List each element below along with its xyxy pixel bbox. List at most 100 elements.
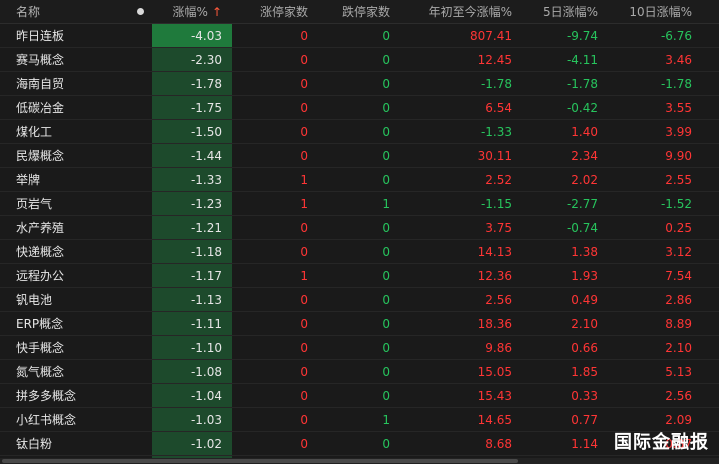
table-row[interactable]: 海南自贸 -1.78 0 0 -1.78 -1.78 -1.78	[0, 72, 719, 96]
cell-d10: 8.89	[665, 317, 692, 331]
cell-limit-up: 0	[300, 341, 308, 355]
header-limit-up[interactable]: 涨停家数	[232, 0, 314, 24]
table-row[interactable]: 快手概念 -1.10 0 0 9.86 0.66 2.10	[0, 336, 719, 360]
cell-d5: -9.74	[566, 29, 598, 43]
cell-d10: 3.55	[665, 101, 692, 115]
cell-limit-up: 0	[300, 293, 308, 307]
cell-d10: 2.86	[665, 293, 692, 307]
cell-pct: -1.17	[190, 269, 222, 283]
cell-ytd: 30.11	[477, 149, 512, 163]
header-d10[interactable]: 10日涨幅%	[600, 0, 694, 24]
cell-pct: -1.03	[190, 413, 222, 427]
cell-pct: -1.08	[190, 365, 222, 379]
cell-limit-down: 0	[382, 341, 390, 355]
cell-d10: 3.12	[665, 245, 692, 259]
header-limit-down[interactable]: 跌停家数	[314, 0, 396, 24]
cell-d5: 0.77	[571, 413, 598, 427]
cell-d5: 0.49	[571, 293, 598, 307]
table-row[interactable]: 低碳冶金 -1.75 0 0 6.54 -0.42 3.55	[0, 96, 719, 120]
sort-arrow-icon: ↑	[211, 5, 222, 19]
cell-limit-down: 0	[382, 173, 390, 187]
table-row[interactable]: 小红书概念 -1.03 0 1 14.65 0.77 2.09	[0, 408, 719, 432]
table-row[interactable]: 民爆概念 -1.44 0 0 30.11 2.34 9.90	[0, 144, 719, 168]
cell-name: 钒电池	[16, 293, 53, 307]
cell-d10: 9.90	[665, 149, 692, 163]
cell-d5: 2.34	[571, 149, 598, 163]
cell-name: ERP概念	[16, 317, 64, 331]
cell-d5: 1.93	[571, 269, 598, 283]
cell-d10: -6.76	[660, 29, 692, 43]
cell-limit-up: 0	[300, 101, 308, 115]
cell-limit-up: 0	[300, 29, 308, 43]
cell-d10: 3.99	[665, 125, 692, 139]
cell-name: 快手概念	[16, 341, 65, 355]
cell-d10: 3.46	[665, 53, 692, 67]
scrollbar-thumb[interactable]	[2, 459, 518, 463]
cell-d5: 2.10	[571, 317, 598, 331]
cell-limit-down: 1	[382, 197, 390, 211]
cell-limit-up: 0	[300, 125, 308, 139]
cell-limit-down: 0	[382, 101, 390, 115]
table-row[interactable]: 氮气概念 -1.08 0 0 15.05 1.85 5.13	[0, 360, 719, 384]
cell-name: 煤化工	[16, 125, 53, 139]
cell-name: 钛白粉	[16, 437, 53, 451]
cell-limit-down: 0	[382, 437, 390, 451]
cell-ytd: -1.33	[480, 125, 512, 139]
cell-ytd: 15.43	[477, 389, 512, 403]
cell-d5: -2.77	[566, 197, 598, 211]
header-pct[interactable]: 涨幅% ↑	[152, 0, 232, 24]
cell-d10: 0.25	[665, 221, 692, 235]
cell-name: 民爆概念	[16, 149, 65, 163]
cell-limit-up: 1	[300, 173, 308, 187]
header-dot[interactable]	[133, 0, 151, 24]
cell-pct: -1.23	[190, 197, 222, 211]
table-header: 名称 涨幅% ↑ 涨停家数 跌停家数 年初至今涨幅% 5日涨幅% 10日涨幅%	[0, 0, 719, 24]
cell-limit-down: 0	[382, 53, 390, 67]
cell-ytd: 12.45	[477, 53, 512, 67]
cell-limit-up: 0	[300, 365, 308, 379]
table-row[interactable]: ERP概念 -1.11 0 0 18.36 2.10 8.89	[0, 312, 719, 336]
table-row[interactable]: 赛马概念 -2.30 0 0 12.45 -4.11 3.46	[0, 48, 719, 72]
table-row[interactable]: 钒电池 -1.13 0 0 2.56 0.49 2.86	[0, 288, 719, 312]
header-ytd[interactable]: 年初至今涨幅%	[396, 0, 514, 24]
cell-pct: -1.50	[190, 125, 222, 139]
cell-d5: -0.74	[566, 221, 598, 235]
cell-name: 举牌	[16, 173, 41, 187]
header-d5[interactable]: 5日涨幅%	[514, 0, 600, 24]
cell-d10: 2.56	[665, 389, 692, 403]
cell-pct: -1.11	[190, 317, 222, 331]
cell-limit-down: 0	[382, 29, 390, 43]
cell-name: 昨日连板	[16, 29, 65, 43]
cell-limit-up: 0	[300, 389, 308, 403]
cell-pct: -1.02	[190, 437, 222, 451]
table-row[interactable]: 钛白粉 -1.02 0 0 8.68 1.14 0.87	[0, 432, 719, 456]
cell-ytd: -1.78	[480, 77, 512, 91]
cell-ytd: 12.36	[477, 269, 512, 283]
table-row[interactable]: 昨日连板 -4.03 0 0 807.41 -9.74 -6.76	[0, 24, 719, 48]
cell-d5: 2.02	[571, 173, 598, 187]
cell-limit-down: 0	[382, 293, 390, 307]
cell-pct: -1.04	[190, 389, 222, 403]
horizontal-scrollbar[interactable]	[0, 458, 719, 464]
cell-ytd: 14.13	[477, 245, 512, 259]
table-row[interactable]: 远程办公 -1.17 1 0 12.36 1.93 7.54	[0, 264, 719, 288]
cell-name: 远程办公	[16, 269, 65, 283]
cell-d5: -0.42	[566, 101, 598, 115]
table-row[interactable]: 拼多多概念 -1.04 0 0 15.43 0.33 2.56	[0, 384, 719, 408]
table-row[interactable]: 煤化工 -1.50 0 0 -1.33 1.40 3.99	[0, 120, 719, 144]
cell-pct: -2.30	[190, 53, 222, 67]
column-toggle-dot-icon[interactable]	[137, 8, 144, 15]
header-name[interactable]: 名称	[0, 0, 133, 24]
table-row[interactable]: 快递概念 -1.18 0 0 14.13 1.38 3.12	[0, 240, 719, 264]
cell-limit-up: 0	[300, 53, 308, 67]
cell-ytd: 15.05	[477, 365, 512, 379]
cell-limit-up: 0	[300, 437, 308, 451]
cell-limit-down: 0	[382, 245, 390, 259]
cell-limit-up: 0	[300, 77, 308, 91]
table-row[interactable]: 水产养殖 -1.21 0 0 3.75 -0.74 0.25	[0, 216, 719, 240]
cell-name: 低碳冶金	[16, 101, 65, 115]
table-row[interactable]: 页岩气 -1.23 1 1 -1.15 -2.77 -1.52	[0, 192, 719, 216]
cell-limit-down: 0	[382, 269, 390, 283]
cell-ytd: 807.41	[470, 29, 512, 43]
table-row[interactable]: 举牌 -1.33 1 0 2.52 2.02 2.55	[0, 168, 719, 192]
